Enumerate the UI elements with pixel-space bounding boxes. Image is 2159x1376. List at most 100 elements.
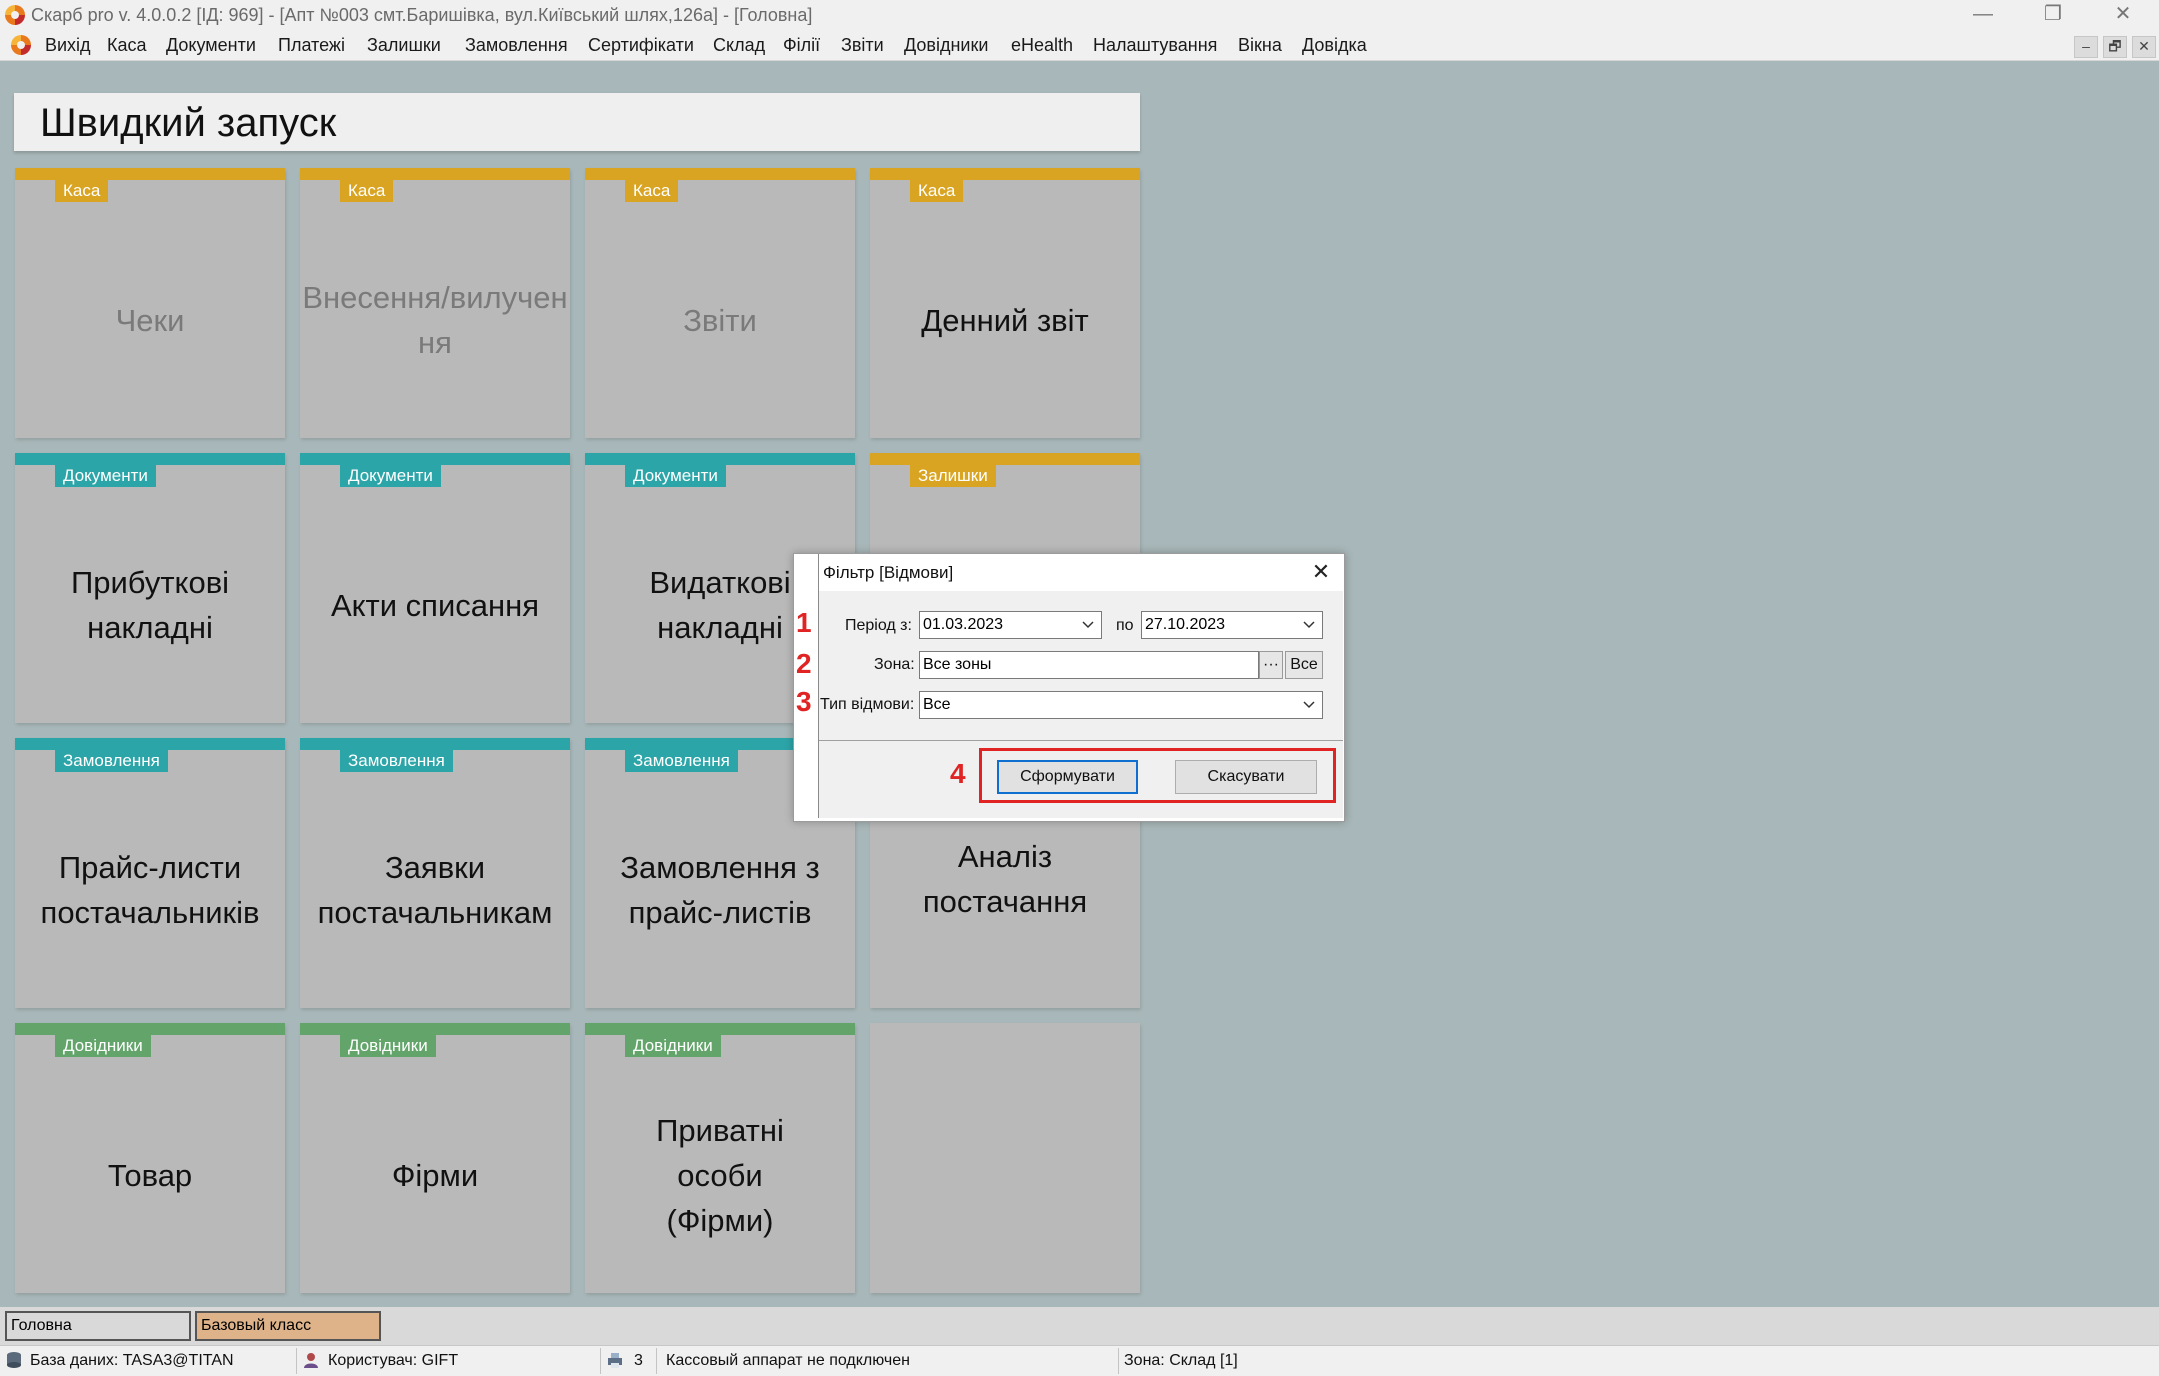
period-to-value: 27.10.2023 <box>1145 616 1226 633</box>
menu-app-icon[interactable] <box>11 35 31 55</box>
status-separator <box>296 1348 297 1374</box>
mdi-minimize-button[interactable]: – <box>2074 36 2098 58</box>
tile-firms[interactable]: Довідники Фірми <box>300 1023 570 1293</box>
queue-count: 3 <box>634 1352 643 1369</box>
tile-tag: Довідники <box>340 1035 436 1057</box>
menu-bar: Вихід Каса Документи Платежі Залишки Зам… <box>0 30 2159 61</box>
menu-reports[interactable]: Звіти <box>841 35 884 56</box>
zone-all-button[interactable]: Все <box>1285 651 1323 679</box>
tile-write-off-acts[interactable]: Документи Акти списання <box>300 453 570 723</box>
database-icon <box>5 1351 23 1369</box>
tile-label: Внесення/вилучення <box>302 280 568 360</box>
menu-payments[interactable]: Платежі <box>278 35 345 56</box>
menu-certificates[interactable]: Сертифікати <box>588 35 694 56</box>
zone-value: Все зоны <box>923 656 992 673</box>
period-to-label: по <box>1116 617 1134 634</box>
quick-launch-title: Швидкий запуск <box>40 101 337 145</box>
tile-tag: Замовлення <box>55 750 168 772</box>
tile-private-persons[interactable]: Довідники Приватні особи (Фірми) <box>585 1023 855 1293</box>
menu-windows[interactable]: Вікна <box>1238 35 1282 56</box>
tile-tag: Документи <box>625 465 726 487</box>
chevron-down-icon[interactable] <box>1302 617 1316 634</box>
tile-cheques[interactable]: Каса Чеки <box>15 168 285 438</box>
tile-bar <box>15 453 285 465</box>
tile-bar <box>870 453 1140 465</box>
menu-exit[interactable]: Вихід <box>45 35 91 56</box>
tile-tag: Каса <box>55 180 109 202</box>
tab-home[interactable]: Головна <box>5 1311 191 1341</box>
tile-bar <box>585 168 855 180</box>
tile-tag: Довідники <box>625 1035 721 1057</box>
tile-daily-report[interactable]: Каса Денний звіт <box>870 168 1140 438</box>
zone-field[interactable]: Все зоны <box>919 651 1259 679</box>
minimize-button[interactable]: — <box>1958 0 2008 30</box>
tile-label: Приватні особи (Фірми) <box>656 1112 784 1238</box>
chevron-down-icon[interactable] <box>1302 697 1316 714</box>
menu-branches[interactable]: Філії <box>783 35 820 56</box>
cash-register-status: Кассовый аппарат не подключен <box>666 1352 910 1369</box>
menu-settings[interactable]: Налаштування <box>1093 35 1217 56</box>
refusal-type-value: Все <box>923 696 951 713</box>
tile-bar <box>15 738 285 750</box>
menu-kasa[interactable]: Каса <box>107 35 147 56</box>
close-button[interactable]: ✕ <box>2098 0 2148 30</box>
menu-warehouse[interactable]: Склад <box>713 35 765 56</box>
tile-goods[interactable]: Довідники Товар <box>15 1023 285 1293</box>
refusal-type-label: Тип відмови: <box>820 696 915 713</box>
annotation-number: 1 <box>796 607 812 638</box>
tile-empty <box>870 1023 1140 1293</box>
period-from-select[interactable]: 01.03.2023 <box>919 611 1102 639</box>
tile-bar <box>300 1023 570 1035</box>
tile-label: Денний звіт <box>921 302 1089 338</box>
tile-tag: Замовлення <box>625 750 738 772</box>
window-title: Скарб pro v. 4.0.0.2 [ІД: 969] - [Апт №0… <box>31 5 813 25</box>
tile-bar <box>300 738 570 750</box>
menu-orders[interactable]: Замовлення <box>465 35 568 56</box>
zone-label: Зона: <box>874 656 915 673</box>
tile-bar <box>585 453 855 465</box>
tile-bar <box>300 168 570 180</box>
title-bar: Скарб pro v. 4.0.0.2 [ІД: 969] - [Апт №0… <box>0 0 2159 30</box>
tile-supplier-price-lists[interactable]: Замовлення Прайс-листи постачальників <box>15 738 285 1008</box>
menu-documents[interactable]: Документи <box>166 35 256 56</box>
dialog-separator <box>819 740 1343 741</box>
annotation-number: 4 <box>950 758 966 789</box>
dialog-close-icon[interactable]: ✕ <box>1309 560 1333 584</box>
menu-directories[interactable]: Довідники <box>904 35 988 56</box>
zone-browse-button[interactable]: ··· <box>1259 651 1283 679</box>
mdi-restore-button[interactable]: 🗗 <box>2103 36 2127 58</box>
zone-status: Зона: Склад [1] <box>1124 1352 1238 1369</box>
menu-help[interactable]: Довідка <box>1302 35 1367 56</box>
period-from-label: Період з: <box>845 617 912 634</box>
tile-bar <box>15 168 285 180</box>
database-status: База даних: TASA3@TITAN <box>30 1352 234 1369</box>
tile-deposit-withdrawal[interactable]: Каса Внесення/вилучення <box>300 168 570 438</box>
tile-tag: Документи <box>55 465 156 487</box>
tile-label: Чеки <box>115 302 185 338</box>
tile-label: Акти списання <box>330 587 540 623</box>
window-tabs-bar: Головна Базовый класс <box>0 1307 2159 1345</box>
dialog-title-bar: Фільтр [Відмови] ✕ <box>819 554 1343 591</box>
annotation-number: 3 <box>796 686 812 717</box>
tile-tag: Довідники <box>55 1035 151 1057</box>
buttons-highlight-box <box>979 748 1336 803</box>
tab-base-class[interactable]: Базовый класс <box>195 1311 381 1341</box>
tile-label: Товар <box>107 1157 193 1193</box>
tile-supplier-requests[interactable]: Замовлення Заявки постачальникам <box>300 738 570 1008</box>
menu-ehealth[interactable]: eHealth <box>1011 35 1073 56</box>
quick-launch-header: Швидкий запуск <box>14 93 1140 151</box>
tile-bar <box>870 168 1140 180</box>
tile-label: Звіти <box>683 302 757 338</box>
chevron-down-icon[interactable] <box>1081 617 1095 634</box>
dialog-title: Фільтр [Відмови] <box>823 563 954 582</box>
tile-kasa-reports[interactable]: Каса Звіти <box>585 168 855 438</box>
period-from-value: 01.03.2023 <box>923 616 1004 633</box>
menu-stock[interactable]: Залишки <box>367 35 441 56</box>
refusal-type-select[interactable]: Все <box>919 691 1323 719</box>
tile-incoming-invoices[interactable]: Документи Прибуткові накладні <box>15 453 285 723</box>
tile-bar <box>15 1023 285 1035</box>
status-separator <box>656 1348 657 1374</box>
mdi-close-button[interactable]: ✕ <box>2132 36 2156 58</box>
period-to-select[interactable]: 27.10.2023 <box>1141 611 1323 639</box>
restore-button[interactable]: ❐ <box>2028 0 2078 30</box>
